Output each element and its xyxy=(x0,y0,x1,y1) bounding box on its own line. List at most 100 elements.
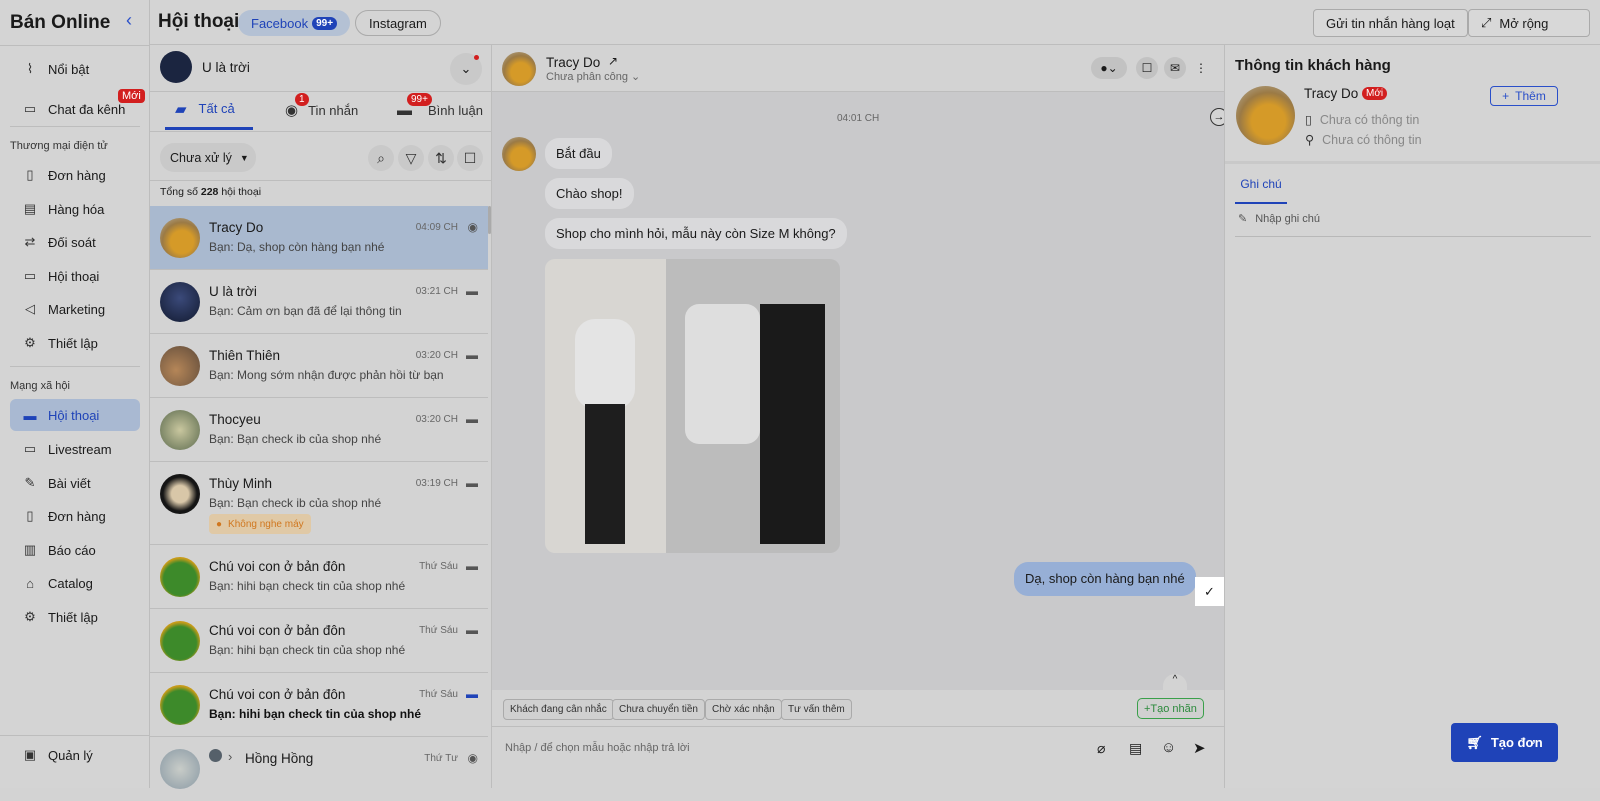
attachment-icon[interactable]: ⌀ xyxy=(1097,740,1105,757)
check-circle-icon[interactable]: ✓ xyxy=(1195,577,1224,606)
tab-label: Facebook xyxy=(251,15,309,31)
list-scrollbar[interactable] xyxy=(488,206,491,234)
conversation-item[interactable]: Thùy Minh Bạn: Bạn check ib của shop nhé 0… xyxy=(150,462,488,545)
bulk-message-button[interactable]: Gửi tin nhắn hàng loạt xyxy=(1313,9,1468,37)
status-filter-dropdown[interactable]: Chưa xử lý ▼ xyxy=(160,143,256,172)
timestamp: 03:20 CH xyxy=(415,414,458,425)
nav-catalog[interactable]: ⌂ Catalog xyxy=(10,567,140,599)
search-icon[interactable]: ⌕ xyxy=(368,145,394,171)
tab-label: Tin nhắn xyxy=(308,102,359,118)
page-name: U là trời xyxy=(202,60,250,75)
messenger-icon: ◉ xyxy=(467,751,478,765)
conversation-item[interactable]: Tracy Do Bạn: Dạ, shop còn hàng bạn nhé 04… xyxy=(150,206,488,270)
select-checkbox[interactable]: ☐ xyxy=(457,145,483,171)
tab-notes[interactable]: Ghi chú xyxy=(1235,177,1287,204)
send-icon[interactable]: ➤ xyxy=(1193,739,1206,757)
avatar xyxy=(160,410,200,450)
total-count: Tổng số 228 hội thoại xyxy=(160,186,261,198)
nav-quan-ly[interactable]: ▣ Quản lý xyxy=(10,739,140,771)
edit-icon: ✎ xyxy=(24,475,36,490)
nav-label: Hội thoại xyxy=(48,268,100,284)
tab-facebook[interactable]: Facebook 99+ xyxy=(238,10,351,36)
conversation-item[interactable]: Chú voi con ở bản đôn Bạn: hihi bạn check… xyxy=(150,545,488,609)
tab-instagram[interactable]: Instagram xyxy=(355,10,441,36)
top-bar: Hội thoại Facebook 99+ Instagram Gửi tin … xyxy=(150,0,1600,45)
nav-bai-viet[interactable]: ✎ Bài viết xyxy=(10,467,140,499)
nav-bao-cao[interactable]: ▥ Báo cáo xyxy=(10,534,140,566)
quick-reply-chip[interactable]: Tư vấn thêm xyxy=(781,699,852,720)
chat-contact-name: Tracy Do xyxy=(546,55,601,70)
nav-livestream[interactable]: ▭ Livestream xyxy=(10,433,140,465)
nav-doi-soat[interactable]: ⇄ Đối soát xyxy=(10,226,140,258)
contact-name: Chú voi con ở bản đôn xyxy=(209,623,346,638)
timestamp: Thứ Sáu xyxy=(419,561,458,572)
assign-dropdown[interactable]: Chưa phân công ⌄ xyxy=(546,70,640,83)
more-icon[interactable]: ⋮ xyxy=(1190,57,1212,79)
customer-phone: ▯ Chưa có thông tin xyxy=(1305,112,1419,127)
expand-icon: ⤢ xyxy=(1481,15,1492,30)
document-icon: ▯ xyxy=(26,167,34,182)
external-link-icon[interactable]: ↗ xyxy=(608,54,618,68)
tab-messages[interactable]: ◉ Tin nhắn 1 xyxy=(285,90,358,130)
nav-hoi-thoai-ecom[interactable]: ▭ Hội thoại xyxy=(10,260,140,292)
bar-chart-icon: ▥ xyxy=(23,542,37,557)
message-input[interactable]: Nhập / để chọn mẫu hoặc nhập trả lời xyxy=(505,742,690,754)
add-info-button[interactable]: + Thêm xyxy=(1490,86,1558,106)
timestamp: Thứ Sáu xyxy=(419,689,458,700)
conversation-item[interactable]: Thocyeu Bạn: Bạn check ib của shop nhé 03:… xyxy=(150,398,488,462)
conversation-item[interactable]: › Hồng Hồng Thứ Tư ◉ xyxy=(150,737,488,801)
filter-icon[interactable]: ▽ xyxy=(398,145,424,171)
quick-reply-chip[interactable]: Khách đang cân nhắc xyxy=(503,699,614,720)
nav-chat-da-kenh[interactable]: ▭ Chat đa kênh Mới xyxy=(10,89,145,125)
quick-reply-chip[interactable]: Chờ xác nhận xyxy=(705,699,782,720)
product-image[interactable] xyxy=(545,259,840,553)
phone-icon: ▯ xyxy=(1305,113,1312,127)
customer-address: ⚲ Chưa có thông tin xyxy=(1305,132,1422,147)
quick-reply-chip[interactable]: Chưa chuyển tiền xyxy=(612,699,705,720)
expand-button[interactable]: ⤢ Mở rộng xyxy=(1468,9,1590,37)
comment-icon: ▬ xyxy=(466,412,478,426)
nav-hoi-thoai[interactable]: ▬ Hội thoại xyxy=(10,399,140,431)
new-badge: Mới xyxy=(118,89,145,103)
nav-don-hang[interactable]: ▯ Đơn hàng xyxy=(10,159,140,191)
nav-thiet-lap[interactable]: ⚙ Thiết lập xyxy=(10,601,140,633)
total-suffix: hội thoại xyxy=(221,186,262,198)
chevron-right-icon: › xyxy=(228,749,233,764)
collapse-sidebar-icon[interactable]: ‹ xyxy=(126,10,132,31)
nav-hang-hoa[interactable]: ▤ Hàng hóa xyxy=(10,193,140,225)
tag-label: Không nghe máy xyxy=(228,518,304,530)
create-order-button[interactable]: 🛒︎ Tạo đơn xyxy=(1451,723,1558,762)
new-customer-badge: Mới xyxy=(1362,87,1388,100)
nav-noi-bat[interactable]: ⌇ Nổi bật xyxy=(10,53,140,85)
nav-don-hang-social[interactable]: ▯ Đơn hàng xyxy=(10,500,140,532)
section-ecommerce: Thương mại điện tử xyxy=(10,140,108,152)
nav-label: Đối soát xyxy=(48,234,96,250)
plus-icon: + xyxy=(1502,89,1510,103)
note-input[interactable]: ✎ Nhập ghi chú xyxy=(1238,212,1320,225)
conversation-item[interactable]: U là trời Bạn: Cảm ơn bạn đã để lại thông… xyxy=(150,270,488,334)
nav-marketing[interactable]: ◁ Marketing xyxy=(10,293,140,325)
messenger-icon: ◉ xyxy=(467,220,478,234)
conversation-item[interactable]: Thiên Thiên Bạn: Mong sớm nhận được phản … xyxy=(150,334,488,398)
nav-label: Đơn hàng xyxy=(48,508,106,524)
nav-label: Thiết lập xyxy=(48,609,98,625)
comment-icon: ▬ xyxy=(466,284,478,298)
sort-icon[interactable]: ⇅ xyxy=(428,145,454,171)
priority-dropdown[interactable]: ●⌄ xyxy=(1091,57,1127,79)
tab-all[interactable]: ▰ Tất cả xyxy=(165,90,253,130)
alert-icon: ●⌄ xyxy=(1100,61,1118,75)
create-label-button[interactable]: +Tạo nhãn xyxy=(1137,698,1204,719)
mark-button[interactable]: ☐ xyxy=(1136,57,1158,79)
outgoing-message: Dạ, shop còn hàng bạn nhé xyxy=(1014,562,1196,596)
store-icon: ⌂ xyxy=(26,575,34,591)
tab-comments[interactable]: ▬ Bình luận 99+ xyxy=(397,90,483,130)
nav-thiet-lap-ecom[interactable]: ⚙ Thiết lập xyxy=(10,327,140,359)
comment-icon: ▬ xyxy=(466,687,478,701)
conversation-item[interactable]: Chú voi con ở bản đôn Bạn: hihi bạn check… xyxy=(150,609,488,673)
emoji-icon[interactable]: ☺ xyxy=(1161,739,1176,756)
conversation-item[interactable]: Chú voi con ở bản đôn Bạn: hihi bạn check… xyxy=(150,673,488,737)
mail-icon[interactable]: ✉ xyxy=(1164,57,1186,79)
template-icon[interactable]: ▤ xyxy=(1129,740,1142,757)
avatar xyxy=(160,685,200,725)
customer-panel-title: Thông tin khách hàng xyxy=(1235,57,1391,74)
